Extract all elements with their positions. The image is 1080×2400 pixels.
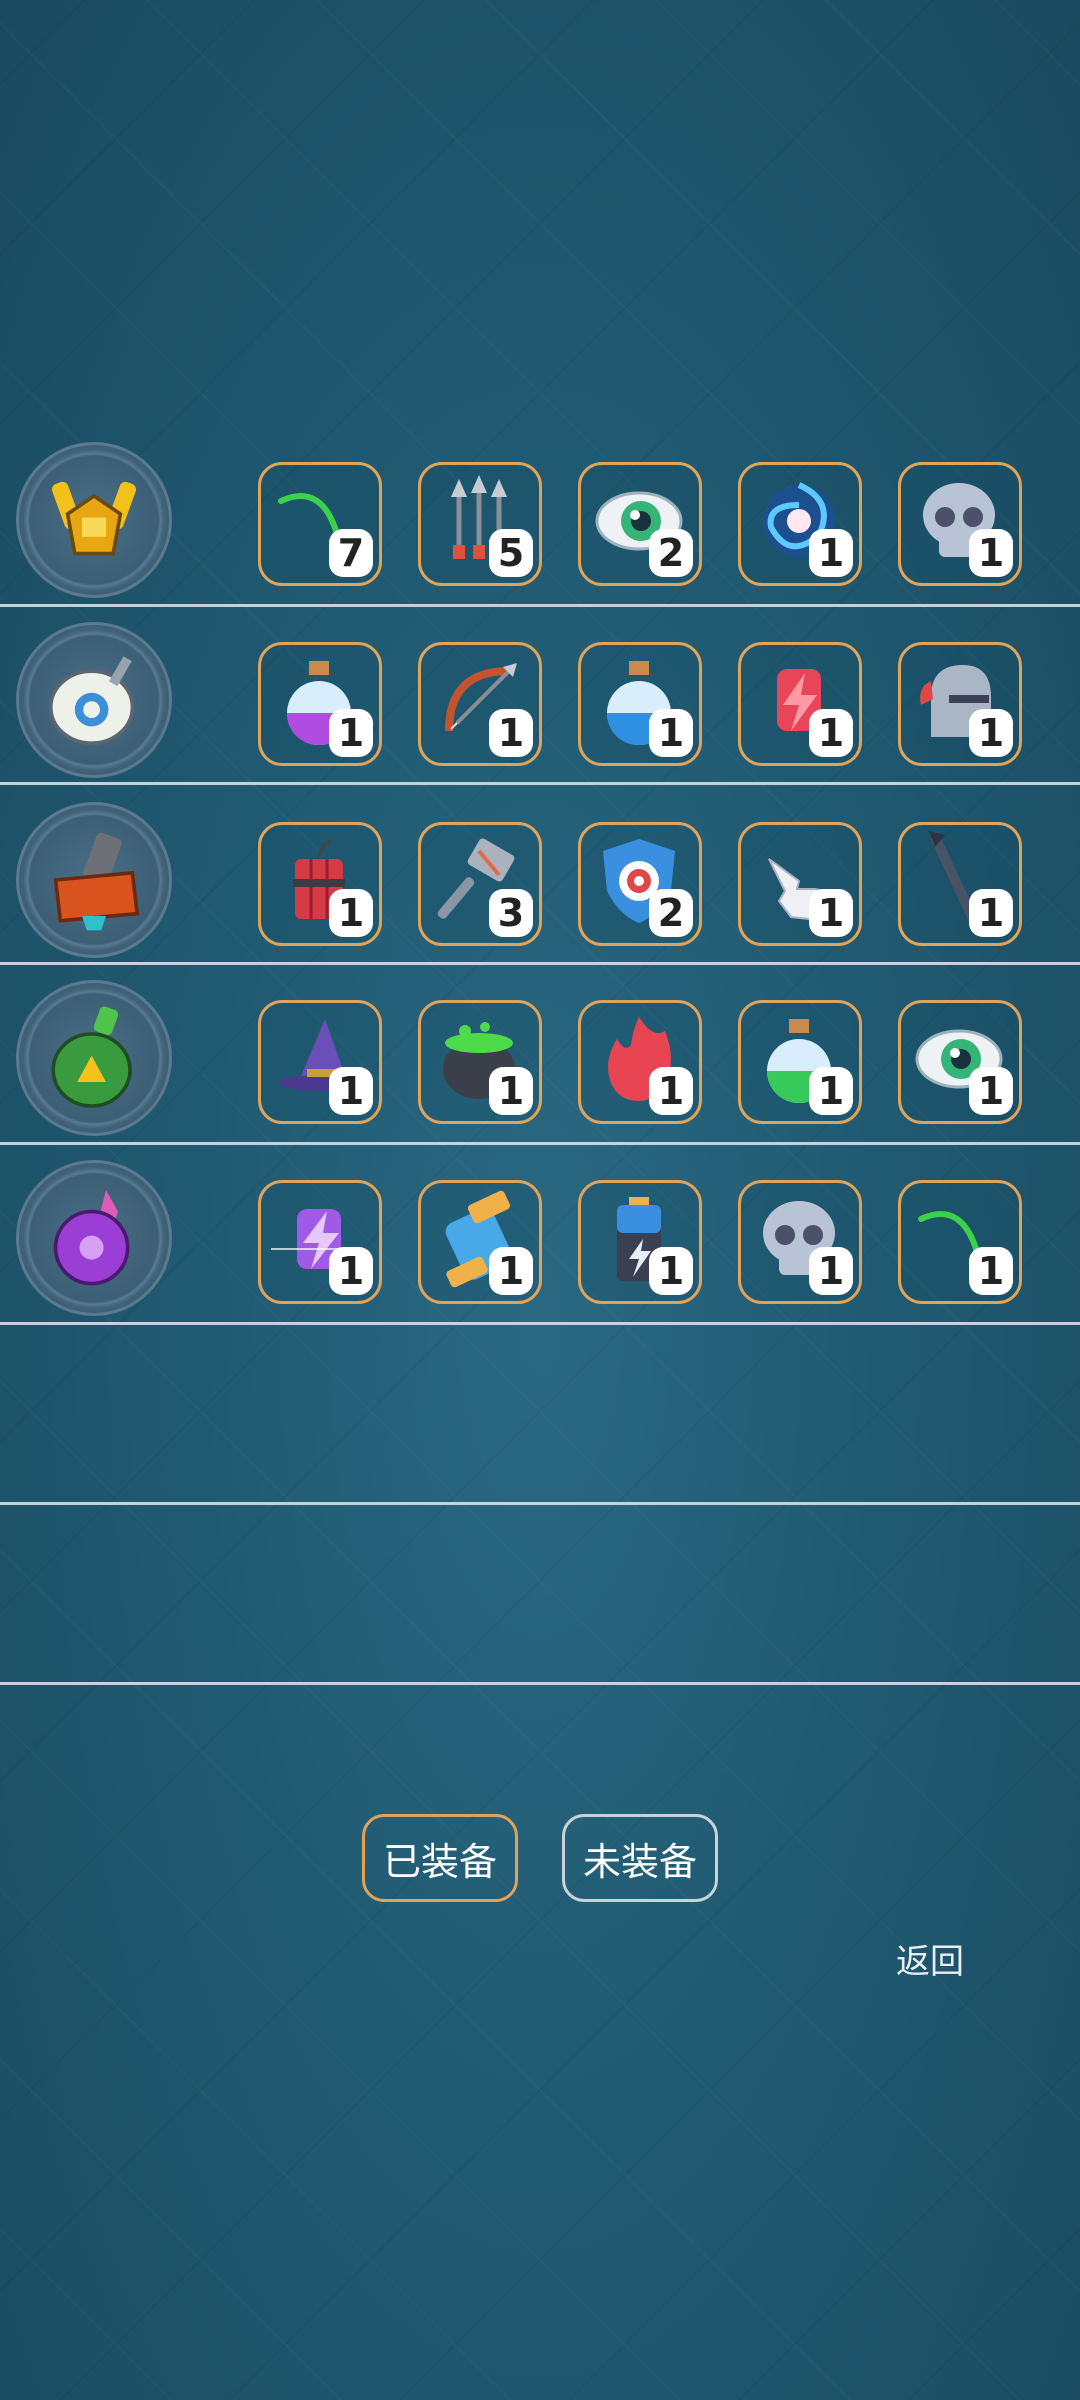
item-slot[interactable]: 1	[738, 1000, 862, 1124]
equipped-tab-button[interactable]: 已装备	[362, 1814, 518, 1902]
row-divider	[0, 962, 1080, 965]
row-divider	[0, 782, 1080, 785]
item-slot[interactable]: 1	[898, 1000, 1022, 1124]
item-count: 1	[969, 1067, 1013, 1115]
item-slot[interactable]: 1	[258, 642, 382, 766]
item-slot[interactable]: 3	[418, 822, 542, 946]
item-slot[interactable]: 1	[578, 1000, 702, 1124]
item-count: 1	[489, 709, 533, 757]
item-count: 2	[649, 889, 693, 937]
yellow-twin-cannon-icon[interactable]	[16, 442, 172, 598]
back-button[interactable]: 返回	[896, 1934, 964, 1983]
item-slot[interactable]: 1	[738, 822, 862, 946]
item-count: 1	[329, 1247, 373, 1295]
item-count: 1	[969, 709, 1013, 757]
item-count: 1	[649, 709, 693, 757]
item-count: 1	[809, 889, 853, 937]
item-slot[interactable]: 1	[418, 1000, 542, 1124]
item-count: 1	[329, 709, 373, 757]
item-count: 1	[809, 529, 853, 577]
item-slot[interactable]: 1	[738, 642, 862, 766]
item-count: 1	[329, 1067, 373, 1115]
row-divider	[0, 1322, 1080, 1325]
item-slot[interactable]: 1	[418, 1180, 542, 1304]
item-slot[interactable]: 1	[418, 642, 542, 766]
item-slot[interactable]: 1	[898, 462, 1022, 586]
item-count: 1	[969, 529, 1013, 577]
row-divider	[0, 1502, 1080, 1505]
item-slot[interactable]: 1	[578, 1180, 702, 1304]
item-count: 7	[329, 529, 373, 577]
item-slot[interactable]: 1	[258, 1180, 382, 1304]
item-slot[interactable]: 1	[738, 1180, 862, 1304]
item-count: 3	[489, 889, 533, 937]
item-slot[interactable]: 1	[578, 642, 702, 766]
item-count: 1	[649, 1247, 693, 1295]
hero-row-4: 1 1 1 1 1	[0, 970, 1080, 1150]
item-count: 5	[489, 529, 533, 577]
item-slot[interactable]: 5	[418, 462, 542, 586]
item-slot[interactable]: 1	[258, 1000, 382, 1124]
item-slot[interactable]: 2	[578, 822, 702, 946]
green-flask-turret-icon[interactable]	[16, 980, 172, 1136]
item-count: 1	[809, 1247, 853, 1295]
item-count: 1	[489, 1247, 533, 1295]
orange-mortar-icon[interactable]	[16, 802, 172, 958]
item-count: 1	[649, 1067, 693, 1115]
item-count: 1	[969, 889, 1013, 937]
white-orb-turret-icon[interactable]	[16, 622, 172, 778]
item-slot[interactable]: 2	[578, 462, 702, 586]
item-count: 1	[809, 709, 853, 757]
hero-row-5: 1 1 1 1 1	[0, 1150, 1080, 1330]
item-count: 2	[649, 529, 693, 577]
item-count: 1	[809, 1067, 853, 1115]
item-slot[interactable]: 1	[898, 642, 1022, 766]
item-count: 1	[329, 889, 373, 937]
hero-row-1: 7 5 2 1 1	[0, 432, 1080, 612]
row-divider	[0, 1682, 1080, 1685]
row-divider	[0, 604, 1080, 607]
item-slot[interactable]: 7	[258, 462, 382, 586]
item-slot[interactable]: 1	[258, 822, 382, 946]
item-count: 1	[489, 1067, 533, 1115]
unequipped-tab-button[interactable]: 未装备	[562, 1814, 718, 1902]
item-slot[interactable]: 1	[738, 462, 862, 586]
item-slot[interactable]: 1	[898, 822, 1022, 946]
hero-row-3: 1 3 2 1 1	[0, 792, 1080, 972]
item-count: 1	[969, 1247, 1013, 1295]
row-divider	[0, 1142, 1080, 1145]
item-slot[interactable]: 1	[898, 1180, 1022, 1304]
purple-crystal-turret-icon[interactable]	[16, 1160, 172, 1316]
hero-row-2: 1 1 1 1 1	[0, 612, 1080, 792]
